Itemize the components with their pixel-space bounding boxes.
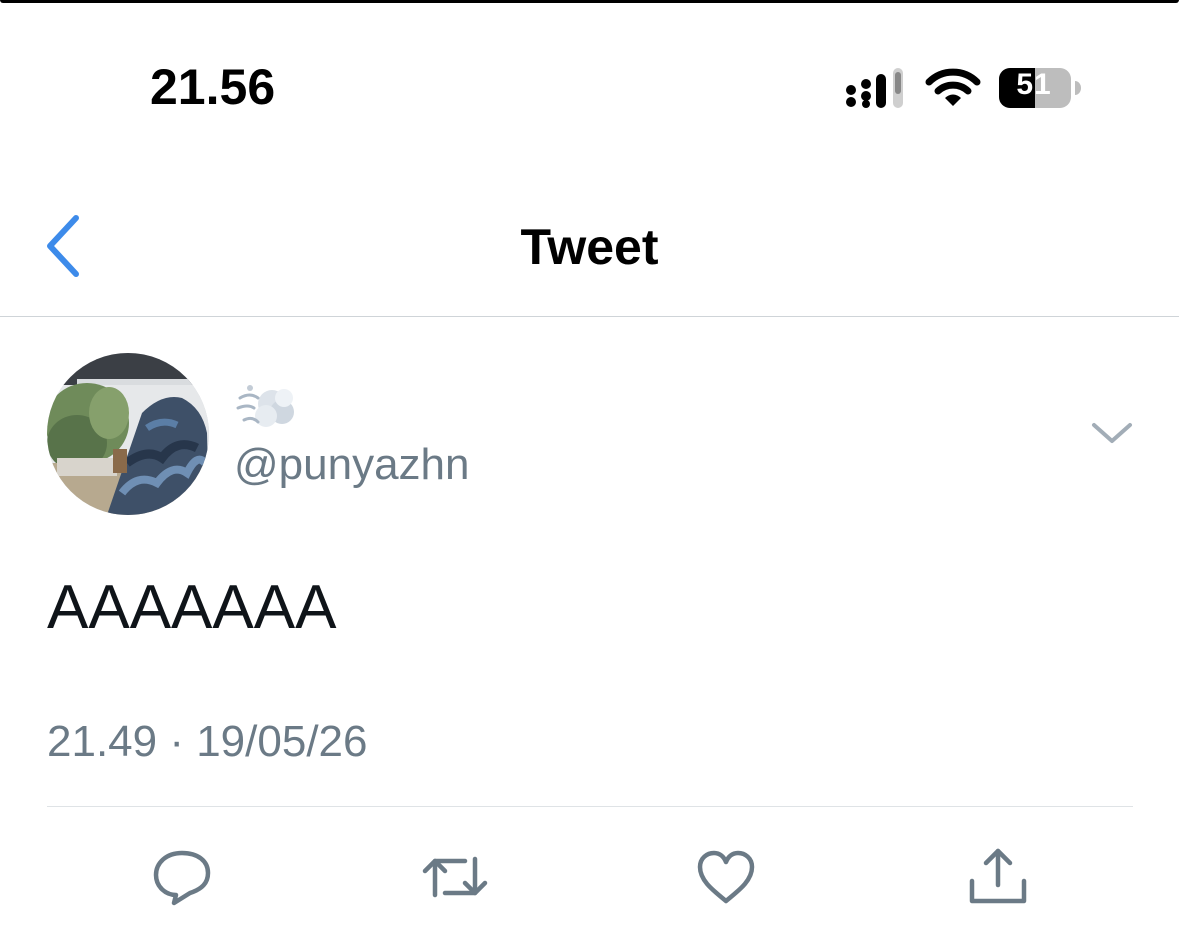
tweet-timestamp: 21.49 · 19/05/26 <box>47 717 368 766</box>
nav-bar: Tweet <box>0 180 1179 317</box>
status-bar: 21.56 51 <box>0 0 1179 180</box>
more-options-button[interactable] <box>1088 415 1136 451</box>
chevron-down-icon <box>1092 423 1132 443</box>
signal-icon <box>846 68 903 108</box>
display-name[interactable] <box>236 378 300 438</box>
share-button[interactable] <box>966 845 1030 909</box>
comment-icon <box>153 850 211 906</box>
page-title: Tweet <box>520 219 659 275</box>
dashing-away-emoji <box>236 385 294 427</box>
status-time: 21.56 <box>150 59 276 115</box>
heart-icon <box>697 850 755 904</box>
tweet-text: AAAAAAA <box>47 573 337 642</box>
avatar[interactable] <box>47 353 209 515</box>
battery-icon: 51 <box>997 66 1081 110</box>
avatar-image <box>47 353 209 515</box>
user-handle[interactable]: @punyazhn <box>234 440 470 490</box>
divider <box>47 806 1133 807</box>
battery-level: 51 <box>1016 68 1052 101</box>
reply-button[interactable] <box>150 845 214 909</box>
share-icon <box>969 848 1027 904</box>
retweet-icon <box>422 856 488 898</box>
status-icons: 51 <box>845 66 1085 110</box>
retweet-button[interactable] <box>421 845 488 909</box>
wifi-icon <box>925 68 981 106</box>
like-button[interactable] <box>694 845 758 909</box>
